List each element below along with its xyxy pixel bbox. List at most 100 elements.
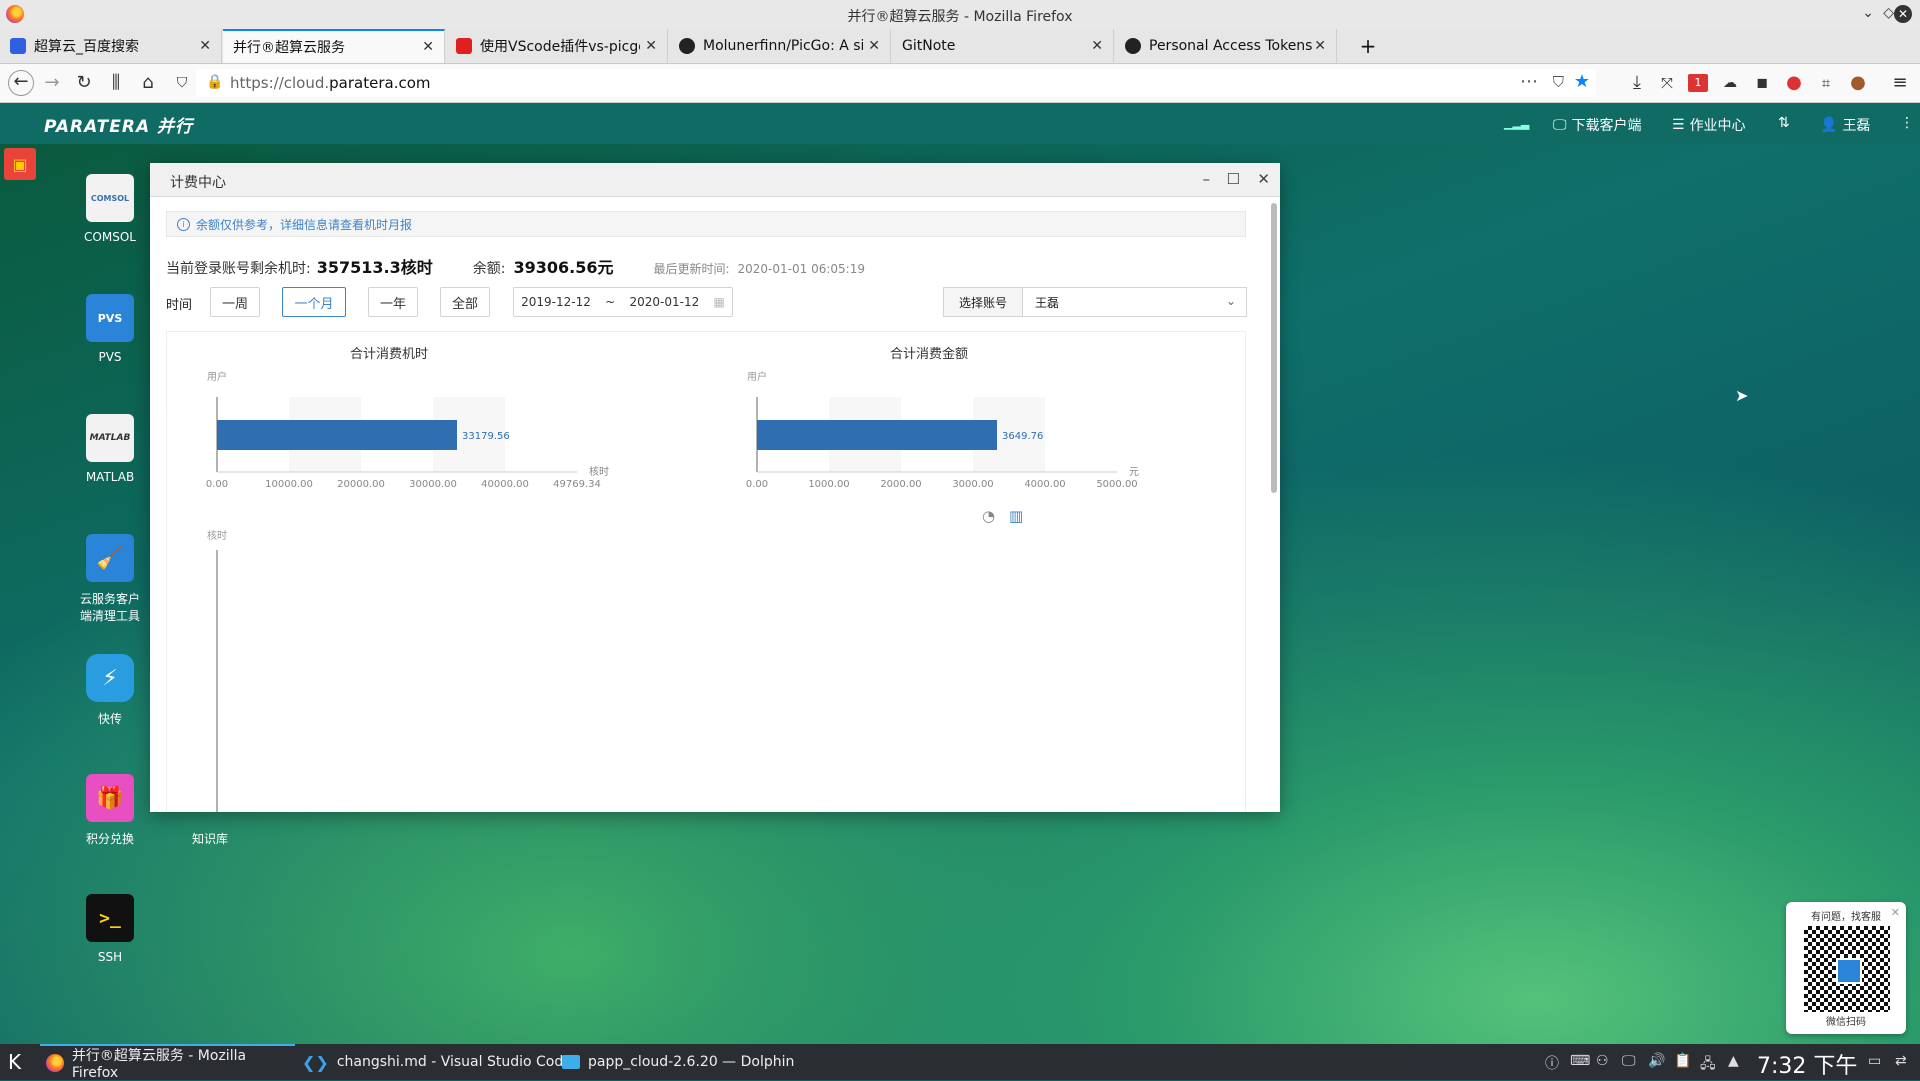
desktop-icon-ssh[interactable]: >_ SSH xyxy=(60,894,160,964)
tab-label: GitNote xyxy=(902,38,956,54)
dialog-minimize-icon[interactable]: – xyxy=(1203,170,1211,188)
range-month-button[interactable]: 一个月 xyxy=(282,287,346,317)
forward-icon[interactable]: → xyxy=(40,71,64,95)
back-icon[interactable]: ← xyxy=(8,70,34,96)
tab-gitnote[interactable]: GitNote ✕ xyxy=(892,29,1114,63)
balance-label: 余额: xyxy=(472,261,506,277)
url-bar[interactable]: 🔒 https://cloud.paratera.com ⋯ ⛉ ★ xyxy=(196,69,1596,97)
downloads-icon[interactable]: ⤓ xyxy=(1625,71,1649,95)
menu-icon[interactable]: ≡ xyxy=(1888,71,1912,95)
tab-close-icon[interactable]: ✕ xyxy=(199,38,211,54)
page-actions-icon[interactable]: ⋯ xyxy=(1520,71,1538,92)
network-icon[interactable]: 🖧 xyxy=(1700,1053,1716,1077)
tab-baidu[interactable]: 超算云_百度搜索 ✕ xyxy=(0,29,222,63)
date-range-picker[interactable]: 2019-12-12 ~ 2020-01-12 ▦ xyxy=(513,287,733,317)
extension-opera-icon[interactable]: ● xyxy=(1782,71,1806,95)
desktop-icon-label: MATLAB xyxy=(85,470,135,484)
keyboard-icon[interactable]: ⌨ xyxy=(1570,1053,1590,1069)
desktop-icon-matlab[interactable]: MATLAB MATLAB xyxy=(60,414,160,484)
window-titlebar: 并行®超算云服务 - Mozilla Firefox ⌄ ◇ ✕ xyxy=(0,0,1920,30)
extension-ghost-icon[interactable]: ◼ xyxy=(1750,71,1774,95)
show-desktop-icon[interactable]: ▭ xyxy=(1868,1053,1881,1069)
screenshot-icon[interactable]: ⤧ xyxy=(1655,71,1679,95)
range-all-button[interactable]: 全部 xyxy=(440,287,490,317)
lightning-icon: ⚡ xyxy=(86,654,134,702)
display-icon[interactable]: 🖵 xyxy=(1622,1053,1636,1069)
extension-cloud-icon[interactable]: ☁ xyxy=(1718,71,1742,95)
list-icon: ☰ xyxy=(1672,117,1685,133)
tab-csdn[interactable]: 使用VScode插件vs-picgo作 ✕ xyxy=(446,29,668,63)
date-to: 2020-01-12 xyxy=(629,295,700,309)
tab-label: Molunerfinn/PicGo: A simp xyxy=(703,38,863,54)
desktop-icon-comsol[interactable]: COMSOL COMSOL xyxy=(60,174,160,244)
range-week-button[interactable]: 一周 xyxy=(210,287,260,317)
range-year-button[interactable]: 一年 xyxy=(368,287,418,317)
transfer-icon[interactable]: ⇅ xyxy=(1778,115,1790,131)
qr-close-icon[interactable]: ✕ xyxy=(1891,906,1900,919)
desktop-icon-points[interactable]: 🎁 积分兑换 xyxy=(60,774,160,847)
job-center-button[interactable]: ☰ 作业中心 xyxy=(1672,115,1746,135)
more-icon[interactable]: ⋮ xyxy=(1900,115,1914,131)
tab-paratera[interactable]: 并行®超算云服务 ✕ xyxy=(223,29,445,63)
info-tray-icon[interactable]: ⓘ xyxy=(1545,1053,1559,1073)
tab-close-icon[interactable]: ✕ xyxy=(868,38,880,54)
launcher-gift-icon[interactable]: ▣ xyxy=(4,148,36,180)
desktop-icon-label: 云服务客户端清理工具 xyxy=(79,592,140,623)
tab-close-icon[interactable]: ✕ xyxy=(1314,38,1326,54)
tab-close-icon[interactable]: ✕ xyxy=(422,39,434,55)
task-dolphin[interactable]: papp_cloud-2.6.20 — Dolphin xyxy=(562,1044,794,1080)
tab-close-icon[interactable]: ✕ xyxy=(645,38,657,54)
billing-dialog: 计费中心 – ☐ ✕ i 余额仅供参考，详细信息请查看机时月报 当前登录账号剩余… xyxy=(150,163,1280,812)
qr-code-icon xyxy=(1804,926,1890,1012)
shield-icon[interactable]: ⛉ xyxy=(170,71,194,95)
desktop-icon-label: SSH xyxy=(97,950,123,964)
pie-chart-icon[interactable]: ◔ xyxy=(982,507,995,525)
dialog-maximize-icon[interactable]: ☐ xyxy=(1227,170,1240,188)
expand-tray-icon[interactable]: ▲ xyxy=(1728,1053,1739,1069)
bar-chart-icon[interactable]: ▥ xyxy=(1009,507,1023,525)
new-tab-button[interactable]: + xyxy=(1338,29,1398,63)
desktop-icon-label: PVS xyxy=(98,350,122,364)
task-firefox[interactable]: 并行®超算云服务 - Mozilla Firefox xyxy=(40,1044,295,1081)
tab-github-tokens[interactable]: Personal Access Tokens ✕ xyxy=(1115,29,1337,63)
dialog-header: 计费中心 – ☐ ✕ xyxy=(150,163,1280,197)
tab-github-picgo[interactable]: Molunerfinn/PicGo: A simp ✕ xyxy=(669,29,891,63)
kde-launcher-icon[interactable]: K xyxy=(8,1050,21,1074)
notice-text: 余额仅供参考，详细信息请查看机时月报 xyxy=(196,217,413,232)
user-menu-button[interactable]: 👤 王磊 xyxy=(1820,115,1870,135)
support-qr-popup: 有问题，找客服 ✕ 微信扫码 xyxy=(1786,902,1906,1034)
desktop-icon-pvs[interactable]: PVS PVS xyxy=(60,294,160,364)
reload-icon[interactable]: ↻ xyxy=(72,71,96,95)
dialog-close-icon[interactable]: ✕ xyxy=(1257,170,1270,188)
bookmark-star-icon[interactable]: ★ xyxy=(1574,71,1590,92)
extension-crop-icon[interactable]: ⌗ xyxy=(1814,71,1838,95)
extension-badge-icon[interactable]: 1 xyxy=(1688,74,1708,92)
close-window-icon[interactable]: ✕ xyxy=(1894,5,1912,23)
tab-close-icon[interactable]: ✕ xyxy=(1091,38,1103,54)
desktop-icon-cleaner[interactable]: 🧹 云服务客户端清理工具 xyxy=(60,534,160,624)
user-icon: 👤 xyxy=(1820,117,1838,133)
extension-avatar-icon[interactable]: ● xyxy=(1846,71,1870,95)
dialog-scrollbar[interactable] xyxy=(1271,203,1277,493)
tab-label: 超算云_百度搜索 xyxy=(34,39,139,55)
x-tick-label: 0.00 xyxy=(746,479,768,490)
clipboard-icon[interactable]: 📋 xyxy=(1674,1053,1691,1069)
download-client-button[interactable]: 🖵 下载客户端 xyxy=(1553,115,1642,135)
user-switch-icon[interactable]: ⚇ xyxy=(1596,1053,1609,1069)
tab-strip: 超算云_百度搜索 ✕ 并行®超算云服务 ✕ 使用VScode插件vs-picgo… xyxy=(0,29,1920,64)
minimize-icon[interactable]: ⌄ xyxy=(1862,5,1874,21)
account-stats: 当前登录账号剩余机时: 357513.3核时 余额: 39306.56元 最后更… xyxy=(166,254,865,278)
volume-icon[interactable]: 🔊 xyxy=(1648,1053,1665,1069)
vscode-icon: ❮❯ xyxy=(302,1052,329,1072)
github-icon xyxy=(679,38,695,54)
maximize-icon[interactable]: ◇ xyxy=(1883,5,1894,21)
panel-settings-icon[interactable]: ⇄ xyxy=(1895,1053,1907,1069)
x-axis-label: 元 xyxy=(1129,467,1139,478)
bar-value-label: 33179.56 xyxy=(462,431,510,442)
pocket-icon[interactable]: ⛉ xyxy=(1553,73,1564,91)
desktop-icon-quick-transfer[interactable]: ⚡ 快传 xyxy=(60,654,160,727)
account-select[interactable]: 王磊 ⌄ xyxy=(1022,287,1247,317)
library-icon[interactable]: ⫼ xyxy=(104,71,128,95)
home-icon[interactable]: ⌂ xyxy=(136,71,160,95)
task-vscode[interactable]: ❮❯ changshi.md - Visual Studio Code xyxy=(302,1044,572,1080)
